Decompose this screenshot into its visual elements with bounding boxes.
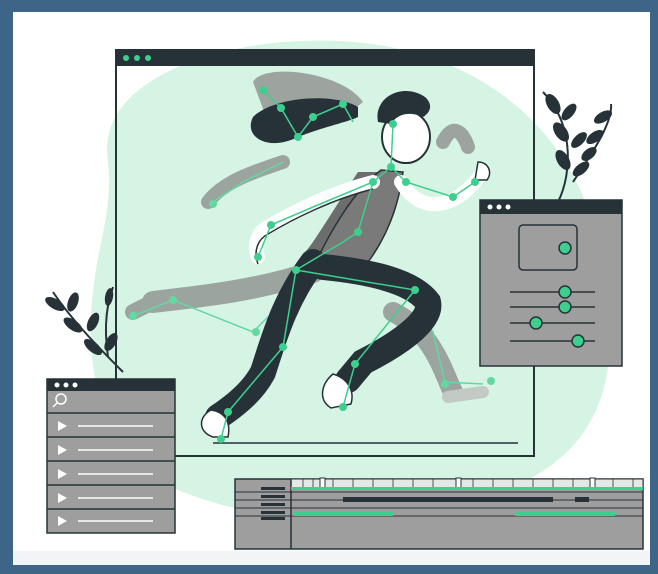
slider-knob-icon[interactable] — [558, 285, 572, 299]
timeline-track[interactable] — [515, 512, 615, 516]
window-dots-icon — [123, 55, 129, 61]
slider-knob-icon[interactable] — [558, 241, 572, 255]
motion-capture-illustration — [45, 40, 644, 550]
slider-knob-icon[interactable] — [571, 334, 585, 348]
timeline-track[interactable] — [291, 487, 643, 490]
timeline-track[interactable] — [293, 512, 393, 516]
illustration-frame — [13, 12, 650, 565]
window-dots-icon — [487, 204, 493, 210]
slider-knob-icon[interactable] — [529, 316, 543, 330]
slider-knob-icon[interactable] — [558, 300, 572, 314]
window-dots-icon — [54, 382, 60, 388]
settings-panel — [479, 199, 623, 367]
bottom-strip — [13, 551, 650, 565]
timeline-panel — [234, 477, 644, 550]
timeline-track[interactable] — [343, 497, 553, 502]
media-list-panel — [46, 378, 176, 534]
